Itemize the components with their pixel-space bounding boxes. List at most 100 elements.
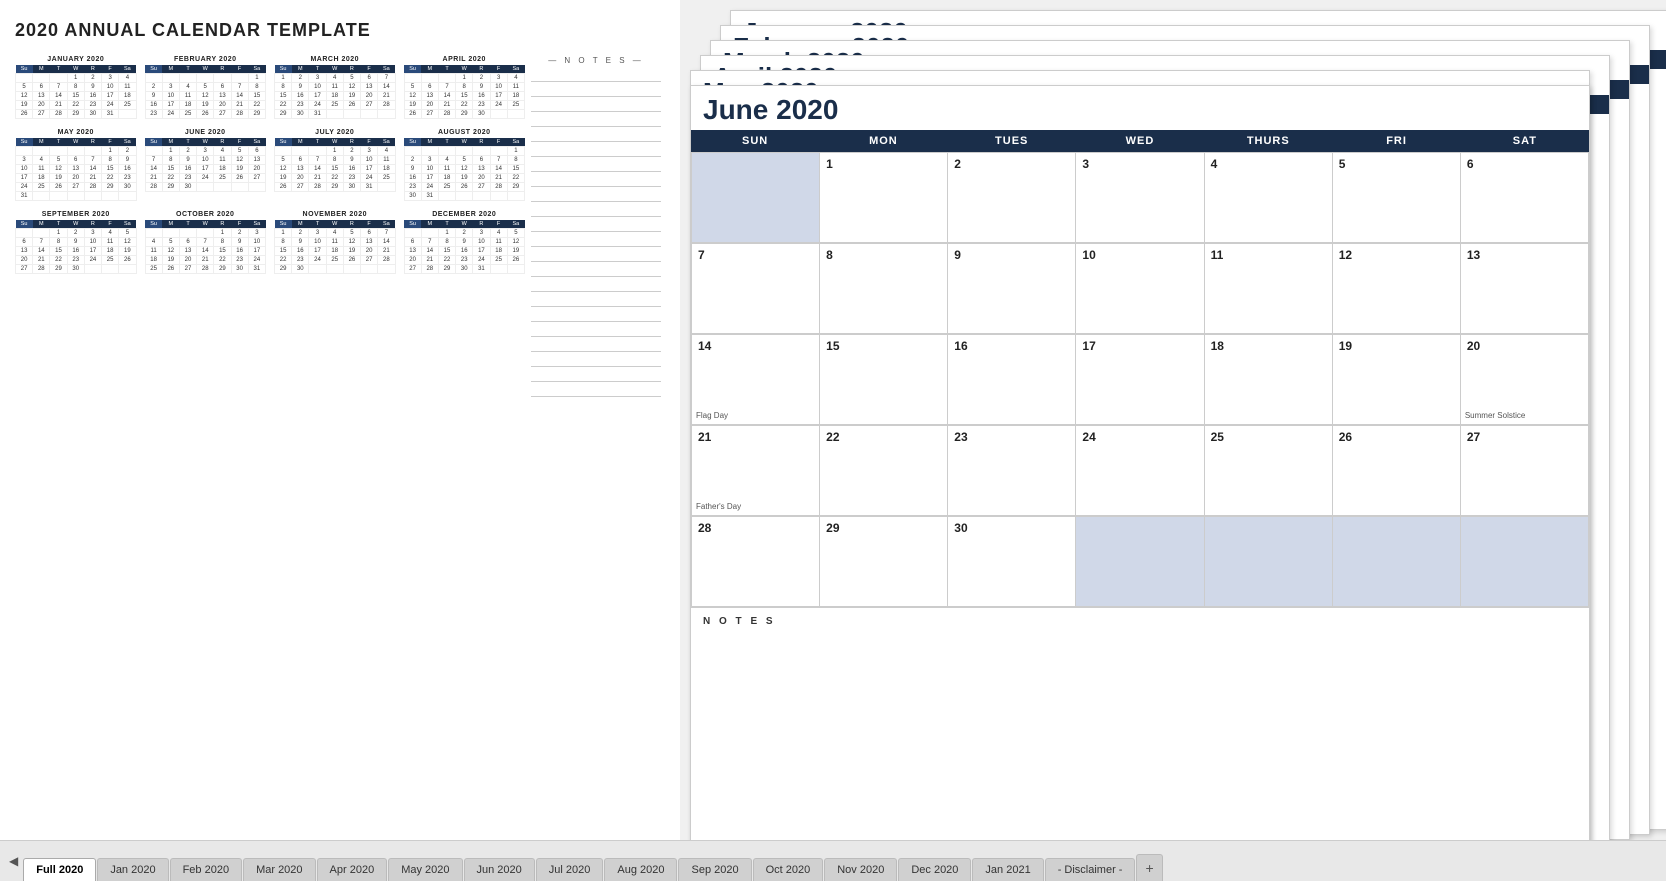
- mini-day-cell: 4: [179, 83, 196, 92]
- mini-day-cell: 29: [50, 265, 67, 274]
- mini-header: Sa: [119, 65, 136, 74]
- mini-day-cell: 11: [145, 247, 162, 256]
- mini-month-title: SEPTEMBER 2020: [15, 211, 137, 218]
- mini-day-cell: 14: [378, 83, 395, 92]
- tab-may-2020[interactable]: May 2020: [388, 858, 462, 881]
- mini-day-cell: 21: [84, 174, 101, 183]
- mini-header: T: [309, 65, 326, 74]
- tab-aug-2020[interactable]: Aug 2020: [604, 858, 677, 881]
- mini-day-cell: 25: [326, 256, 343, 265]
- mini-header: Su: [404, 138, 421, 147]
- cell-jun-5: 5: [1333, 153, 1461, 243]
- mini-header: R: [214, 220, 231, 229]
- mini-header: T: [438, 65, 455, 74]
- main-area: 2020 ANNUAL CALENDAR TEMPLATE JANUARY 20…: [0, 0, 1666, 840]
- mini-day-cell: 14: [490, 165, 507, 174]
- mini-day-cell: 9: [404, 165, 421, 174]
- tab-apr-2020[interactable]: Apr 2020: [317, 858, 388, 881]
- mini-day-cell: [326, 110, 343, 119]
- mini-day-cell: 24: [490, 101, 507, 110]
- mini-day-cell: 31: [361, 183, 378, 192]
- mini-day-cell: 8: [214, 238, 231, 247]
- mini-day-cell: 23: [343, 174, 360, 183]
- notes-line: [531, 128, 661, 142]
- tab-dec-2020[interactable]: Dec 2020: [898, 858, 971, 881]
- mini-day-cell: [197, 183, 214, 192]
- cell-jun-14: 14Flag Day: [692, 335, 820, 425]
- mini-day-cell: 19: [197, 101, 214, 110]
- mini-month-title: MARCH 2020: [274, 56, 396, 63]
- mini-day-cell: [102, 265, 119, 274]
- notes-line: [531, 68, 661, 82]
- mini-month-may: MAY 2020SuMTWRFSa12345678910111213141516…: [15, 129, 137, 201]
- tab-oct-2020[interactable]: Oct 2020: [753, 858, 824, 881]
- mini-day-cell: 17: [309, 247, 326, 256]
- mini-header: R: [343, 138, 360, 147]
- mini-day-cell: 27: [421, 110, 438, 119]
- cell-empty2: [1076, 517, 1204, 607]
- mini-day-cell: 1: [248, 74, 265, 83]
- mini-day-cell: 25: [33, 183, 50, 192]
- mini-header: Su: [275, 65, 292, 74]
- mini-cal: SuMTWRFSa1234567891011121314151617181920…: [404, 65, 526, 119]
- cell-jun-27: 27: [1461, 426, 1589, 516]
- tab---disclaimer--[interactable]: - Disclaimer -: [1045, 858, 1136, 881]
- tab-add-button[interactable]: +: [1136, 854, 1162, 881]
- tab-jan-2021[interactable]: Jan 2021: [972, 858, 1043, 881]
- stacked-calendars: January 2020 SUN MON TUES WED THURS FRI …: [690, 10, 1656, 830]
- mini-day-cell: 22: [326, 174, 343, 183]
- cell-jun-4: 4: [1205, 153, 1333, 243]
- mini-day-cell: 30: [231, 265, 248, 274]
- mini-header: R: [473, 65, 490, 74]
- cell-jun-21: 21Father's Day: [692, 426, 820, 516]
- mini-month-title: AUGUST 2020: [404, 129, 526, 136]
- mini-day-cell: 3: [473, 229, 490, 238]
- flag-day-note: Flag Day: [696, 411, 728, 420]
- mini-header: Sa: [378, 65, 395, 74]
- tab-feb-2020[interactable]: Feb 2020: [170, 858, 242, 881]
- tab-jun-2020[interactable]: Jun 2020: [464, 858, 535, 881]
- mini-month-february: FEBRUARY 2020SuMTWRFSa123456789101112131…: [145, 56, 267, 119]
- cell-jun-6: 6: [1461, 153, 1589, 243]
- mini-day-cell: 1: [275, 229, 292, 238]
- summer-solstice-note: Summer Solstice: [1465, 411, 1525, 420]
- mini-day-cell: 19: [162, 256, 179, 265]
- notes-line: [531, 293, 661, 307]
- mini-day-cell: 24: [248, 256, 265, 265]
- mini-day-cell: 5: [404, 83, 421, 92]
- mini-day-cell: [145, 74, 162, 83]
- mini-day-cell: 28: [490, 183, 507, 192]
- mini-header: M: [33, 138, 50, 147]
- tab-jul-2020[interactable]: Jul 2020: [536, 858, 604, 881]
- mini-day-cell: [67, 147, 84, 156]
- tab-sep-2020[interactable]: Sep 2020: [678, 858, 751, 881]
- mini-month-title: APRIL 2020: [404, 56, 526, 63]
- mini-day-cell: [197, 74, 214, 83]
- mini-day-cell: 10: [197, 156, 214, 165]
- mini-day-cell: [421, 229, 438, 238]
- mini-day-cell: 7: [145, 156, 162, 165]
- tab-nov-2020[interactable]: Nov 2020: [824, 858, 897, 881]
- tab-mar-2020[interactable]: Mar 2020: [243, 858, 315, 881]
- mini-header: T: [50, 65, 67, 74]
- mini-day-cell: [378, 183, 395, 192]
- tab-jan-2020[interactable]: Jan 2020: [97, 858, 168, 881]
- mini-day-cell: 23: [67, 256, 84, 265]
- mini-day-cell: 6: [67, 156, 84, 165]
- cell-jun-9: 9: [948, 244, 1076, 334]
- mini-header: Su: [16, 220, 33, 229]
- mini-day-cell: 27: [67, 183, 84, 192]
- cell-jun-7: 7: [692, 244, 820, 334]
- tab-nav-left[interactable]: ◀: [5, 849, 22, 873]
- tab-full-2020[interactable]: Full 2020: [23, 858, 96, 881]
- mini-day-cell: 17: [473, 247, 490, 256]
- mini-day-cell: [102, 192, 119, 201]
- mini-day-cell: 29: [438, 265, 455, 274]
- mini-day-cell: 2: [292, 74, 309, 83]
- mini-day-cell: 12: [119, 238, 136, 247]
- mini-header: Sa: [507, 65, 524, 74]
- mini-day-cell: 28: [33, 265, 50, 274]
- mini-header: R: [84, 138, 101, 147]
- mini-day-cell: 21: [197, 256, 214, 265]
- mini-day-cell: 29: [248, 110, 265, 119]
